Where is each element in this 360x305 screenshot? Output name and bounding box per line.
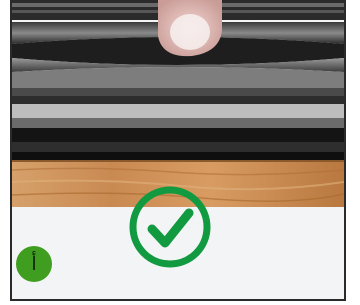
check-circle-icon: [129, 186, 211, 268]
letter-badge: أ: [16, 246, 52, 282]
door-seal-photo: [12, 0, 344, 207]
seal-photo-svg: [12, 0, 344, 207]
badge-label: أ: [31, 252, 37, 275]
